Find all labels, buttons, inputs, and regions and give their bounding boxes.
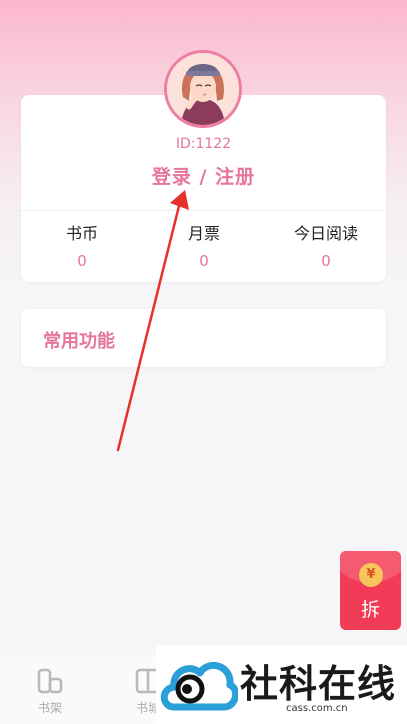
stat-today-reading[interactable]: 今日阅读 0 [265, 222, 387, 270]
coin-icon: ¥ [359, 563, 383, 587]
stat-book-coins[interactable]: 书币 0 [21, 222, 143, 270]
avatar[interactable] [164, 50, 242, 128]
stat-label: 书币 [65, 224, 98, 243]
avatar-illustration-icon [167, 53, 239, 125]
common-functions-title: 常用功能 [43, 331, 115, 352]
red-packet-label: 拆 [360, 599, 380, 621]
stat-monthly-tickets[interactable]: 月票 0 [143, 222, 265, 270]
red-packet-button[interactable]: ¥ 拆 [340, 551, 401, 630]
stat-label: 月票 [187, 224, 220, 243]
user-id: ID:1122 [175, 136, 232, 152]
watermark-logo: 社科在线 cass.com.cn [156, 645, 407, 724]
tab-bookshelf[interactable]: 书架 [20, 667, 80, 716]
stat-value: 0 [77, 252, 87, 270]
login-register-button[interactable]: 登录 / 注册 [0, 162, 407, 189]
stat-value: 0 [321, 252, 331, 270]
divider [21, 210, 386, 211]
common-functions-card: 常用功能 [21, 309, 386, 367]
tab-label: 书架 [37, 701, 62, 715]
watermark-title: 社科在线 [240, 662, 397, 706]
stat-value: 0 [199, 252, 209, 270]
cloud-eye-logo-icon [160, 661, 238, 711]
watermark-subtitle: cass.com.cn [286, 703, 348, 714]
stat-label: 今日阅读 [293, 224, 358, 243]
bookshelf-icon [37, 668, 63, 694]
